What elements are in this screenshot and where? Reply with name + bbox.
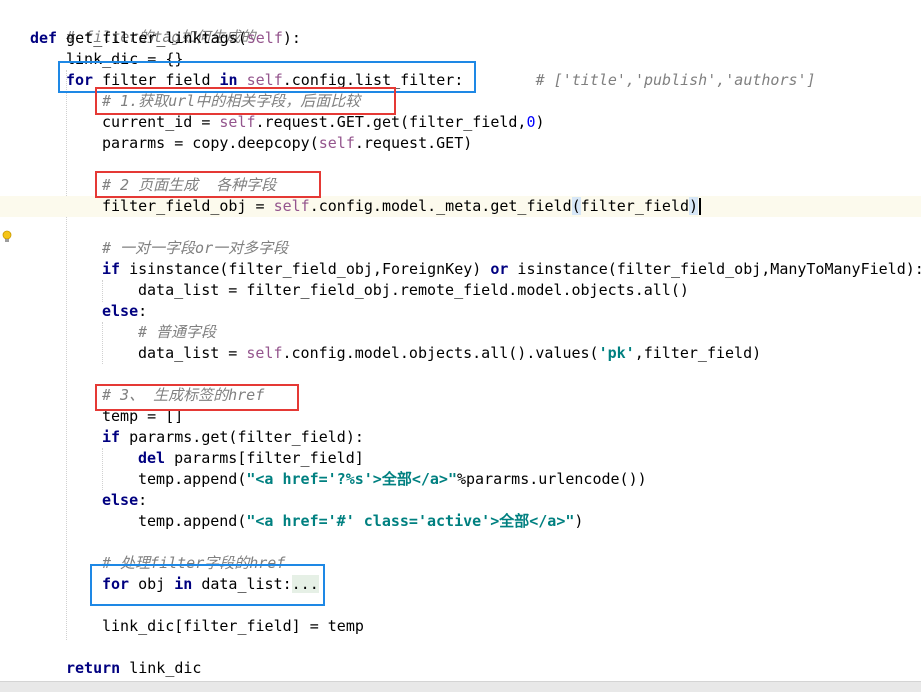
code-text: )	[574, 512, 584, 530]
code-line-current[interactable]: filter_field_obj = self.config.model._me…	[0, 196, 921, 217]
code-text: %pararms.urlencode())	[457, 470, 647, 488]
keyword: else	[102, 491, 139, 509]
code-line[interactable]: data_list = filter_field_obj.remote_fiel…	[0, 280, 921, 301]
code-line[interactable]: link_dic[filter_field] = temp	[0, 616, 921, 637]
code-text: ):	[282, 29, 301, 47]
code-text: .config.model._meta.get_field	[309, 197, 572, 215]
keyword: def	[30, 29, 58, 47]
code-line[interactable]: return link_dic	[0, 658, 921, 679]
self-token: self	[246, 344, 283, 362]
code-line[interactable]: if pararms.get(filter_field):	[0, 427, 921, 448]
code-line[interactable]: del pararms[filter_field]	[0, 448, 921, 469]
code-text: temp.append(	[138, 470, 247, 488]
self-token: self	[246, 29, 283, 47]
code-line[interactable]: def get_filter_linktags(self):	[0, 28, 921, 49]
code-text: temp.append(	[138, 512, 247, 530]
code-text: .config.model.objects.all().values(	[282, 344, 599, 362]
annotation-box-step2	[95, 171, 321, 198]
comment: # 普通字段	[138, 323, 217, 341]
horizontal-scrollbar[interactable]	[0, 681, 921, 692]
function-signature: get_filter_linktags(	[57, 29, 247, 47]
code-text: isinstance(filter_field_obj,ManyToManyFi…	[508, 260, 921, 278]
string-literal: 'pk'	[598, 344, 635, 362]
code-text: ,filter_field)	[634, 344, 762, 362]
code-line[interactable]: temp.append("<a href='#' class='active'>…	[0, 511, 921, 532]
comment: # ['title','publish','authors']	[535, 71, 816, 89]
code-line[interactable]: if isinstance(filter_field_obj,ForeignKe…	[0, 259, 921, 280]
code-text: pararms[filter_field]	[165, 449, 364, 467]
code-text: data_list = filter_field_obj.remote_fiel…	[138, 281, 689, 299]
self-token: self	[318, 134, 355, 152]
code-text: )	[535, 113, 545, 131]
code-text: :	[138, 491, 148, 509]
code-text: data_list =	[138, 344, 247, 362]
code-line[interactable]: else:	[0, 301, 921, 322]
string-literal: "<a href='?%s'>全部</a>"	[246, 470, 457, 488]
code-line[interactable]: # 普通字段	[0, 322, 921, 343]
string-literal: "<a href='#' class='active'>全部</a>"	[246, 512, 575, 530]
code-text: filter_field	[580, 197, 690, 215]
number: 0	[526, 113, 536, 131]
text-caret	[699, 198, 702, 215]
code-editor[interactable]: # filter的tag如何生成的 def get_filter_linktag…	[0, 0, 921, 692]
code-line[interactable]: temp.append("<a href='?%s'>全部</a>"%parar…	[0, 469, 921, 490]
keyword: else	[102, 302, 139, 320]
code-line[interactable]: # 一对一字段or一对多字段	[0, 238, 921, 259]
keyword: del	[138, 449, 166, 467]
self-token: self	[273, 197, 310, 215]
keyword: return	[66, 659, 121, 677]
keyword: or	[490, 260, 509, 278]
code-line[interactable]: current_id = self.request.GET.get(filter…	[0, 112, 921, 133]
code-line[interactable]: data_list = self.config.model.objects.al…	[0, 343, 921, 364]
code-text: .request.GET)	[354, 134, 473, 152]
code-line[interactable]: # filter的tag如何生成的	[0, 6, 921, 46]
comment: # 一对一字段or一对多字段	[102, 239, 289, 257]
keyword: if	[102, 260, 121, 278]
code-text: current_id =	[102, 113, 220, 131]
code-text: link_dic	[120, 659, 202, 677]
code-text: pararms.get(filter_field):	[120, 428, 364, 446]
code-text: isinstance(filter_field_obj,ForeignKey)	[120, 260, 491, 278]
code-line[interactable]: pararms = copy.deepcopy(self.request.GET…	[0, 133, 921, 154]
matched-paren: (	[571, 197, 581, 215]
code-line[interactable]: else:	[0, 490, 921, 511]
code-text: .request.GET.get(filter_field,	[255, 113, 527, 131]
code-text: link_dic[filter_field] = temp	[102, 617, 364, 635]
annotation-box-step1	[95, 87, 396, 115]
matched-paren: )	[689, 197, 699, 215]
annotation-box-folded-loop	[90, 564, 325, 606]
code-text: filter_field_obj =	[102, 197, 274, 215]
code-text: pararms = copy.deepcopy(	[102, 134, 319, 152]
keyword: if	[102, 428, 121, 446]
self-token: self	[219, 113, 256, 131]
annotation-box-step3	[95, 384, 299, 411]
code-text: :	[138, 302, 148, 320]
